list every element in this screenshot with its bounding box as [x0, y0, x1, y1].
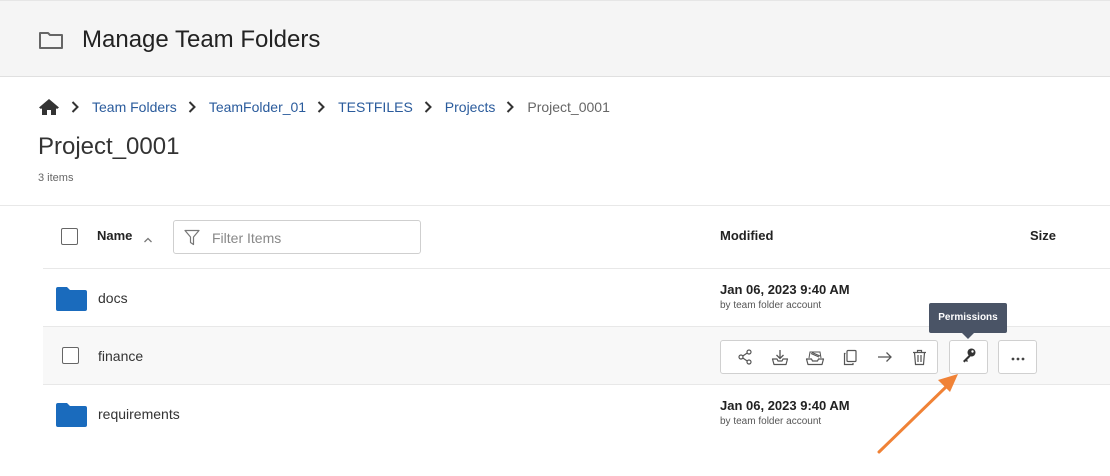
chevron-right-icon [188, 101, 196, 113]
select-all-checkbox[interactable] [61, 228, 78, 245]
share-icon[interactable] [727, 341, 762, 373]
folder-icon [56, 403, 87, 432]
page-header: Manage Team Folders [0, 0, 1110, 77]
permissions-button[interactable] [949, 340, 988, 374]
item-name[interactable]: docs [98, 290, 128, 306]
row-checkbox[interactable] [62, 347, 79, 364]
folder-icon [56, 287, 87, 316]
modified-date: Jan 06, 2023 9:40 AM [720, 398, 850, 413]
breadcrumb-testfiles[interactable]: TESTFILES [338, 99, 413, 115]
table-divider [0, 205, 1110, 206]
table-row[interactable]: requirements Jan 06, 2023 9:40 AM by tea… [43, 384, 1110, 444]
item-name[interactable]: finance [98, 348, 143, 364]
tooltip-pointer [962, 333, 974, 339]
breadcrumb: Team Folders TeamFolder_01 TESTFILES Pro… [38, 96, 610, 118]
more-actions-button[interactable] [998, 340, 1037, 374]
filter-icon [184, 229, 200, 251]
filter-items-input[interactable] [212, 227, 412, 249]
trash-icon[interactable] [902, 341, 937, 373]
chevron-right-icon [317, 101, 326, 113]
chevron-right-icon [71, 101, 79, 113]
chevron-right-icon [424, 101, 432, 113]
column-header-size[interactable]: Size [1030, 228, 1056, 243]
move-arrow-icon[interactable] [867, 341, 902, 373]
upload-icon[interactable] [797, 341, 832, 373]
modified-by: by team folder account [720, 300, 822, 311]
item-count: 3 items [38, 172, 74, 184]
key-icon [961, 347, 977, 368]
breadcrumb-teamfolder-01[interactable]: TeamFolder_01 [209, 99, 306, 115]
breadcrumb-current: Project_0001 [527, 99, 610, 115]
home-icon[interactable] [38, 98, 60, 116]
breadcrumb-projects[interactable]: Projects [445, 99, 496, 115]
folder-outline-icon [38, 30, 64, 55]
download-icon[interactable] [762, 341, 797, 373]
folder-title: Project_0001 [38, 133, 180, 160]
page-title: Manage Team Folders [82, 26, 321, 53]
column-header-modified[interactable]: Modified [720, 228, 773, 243]
column-header-name[interactable]: Name [97, 228, 132, 243]
more-icon [1011, 348, 1025, 366]
breadcrumb-team-folders[interactable]: Team Folders [92, 99, 177, 115]
modified-by: by team folder account [720, 416, 822, 427]
sort-ascending-icon[interactable] [143, 231, 153, 249]
chevron-right-icon [506, 101, 515, 113]
item-name[interactable]: requirements [98, 406, 180, 422]
row-action-toolbar [720, 340, 938, 374]
permissions-tooltip: Permissions [929, 303, 1007, 333]
filter-items-field[interactable] [173, 220, 421, 254]
copy-icon[interactable] [832, 341, 867, 373]
modified-date: Jan 06, 2023 9:40 AM [720, 282, 850, 297]
